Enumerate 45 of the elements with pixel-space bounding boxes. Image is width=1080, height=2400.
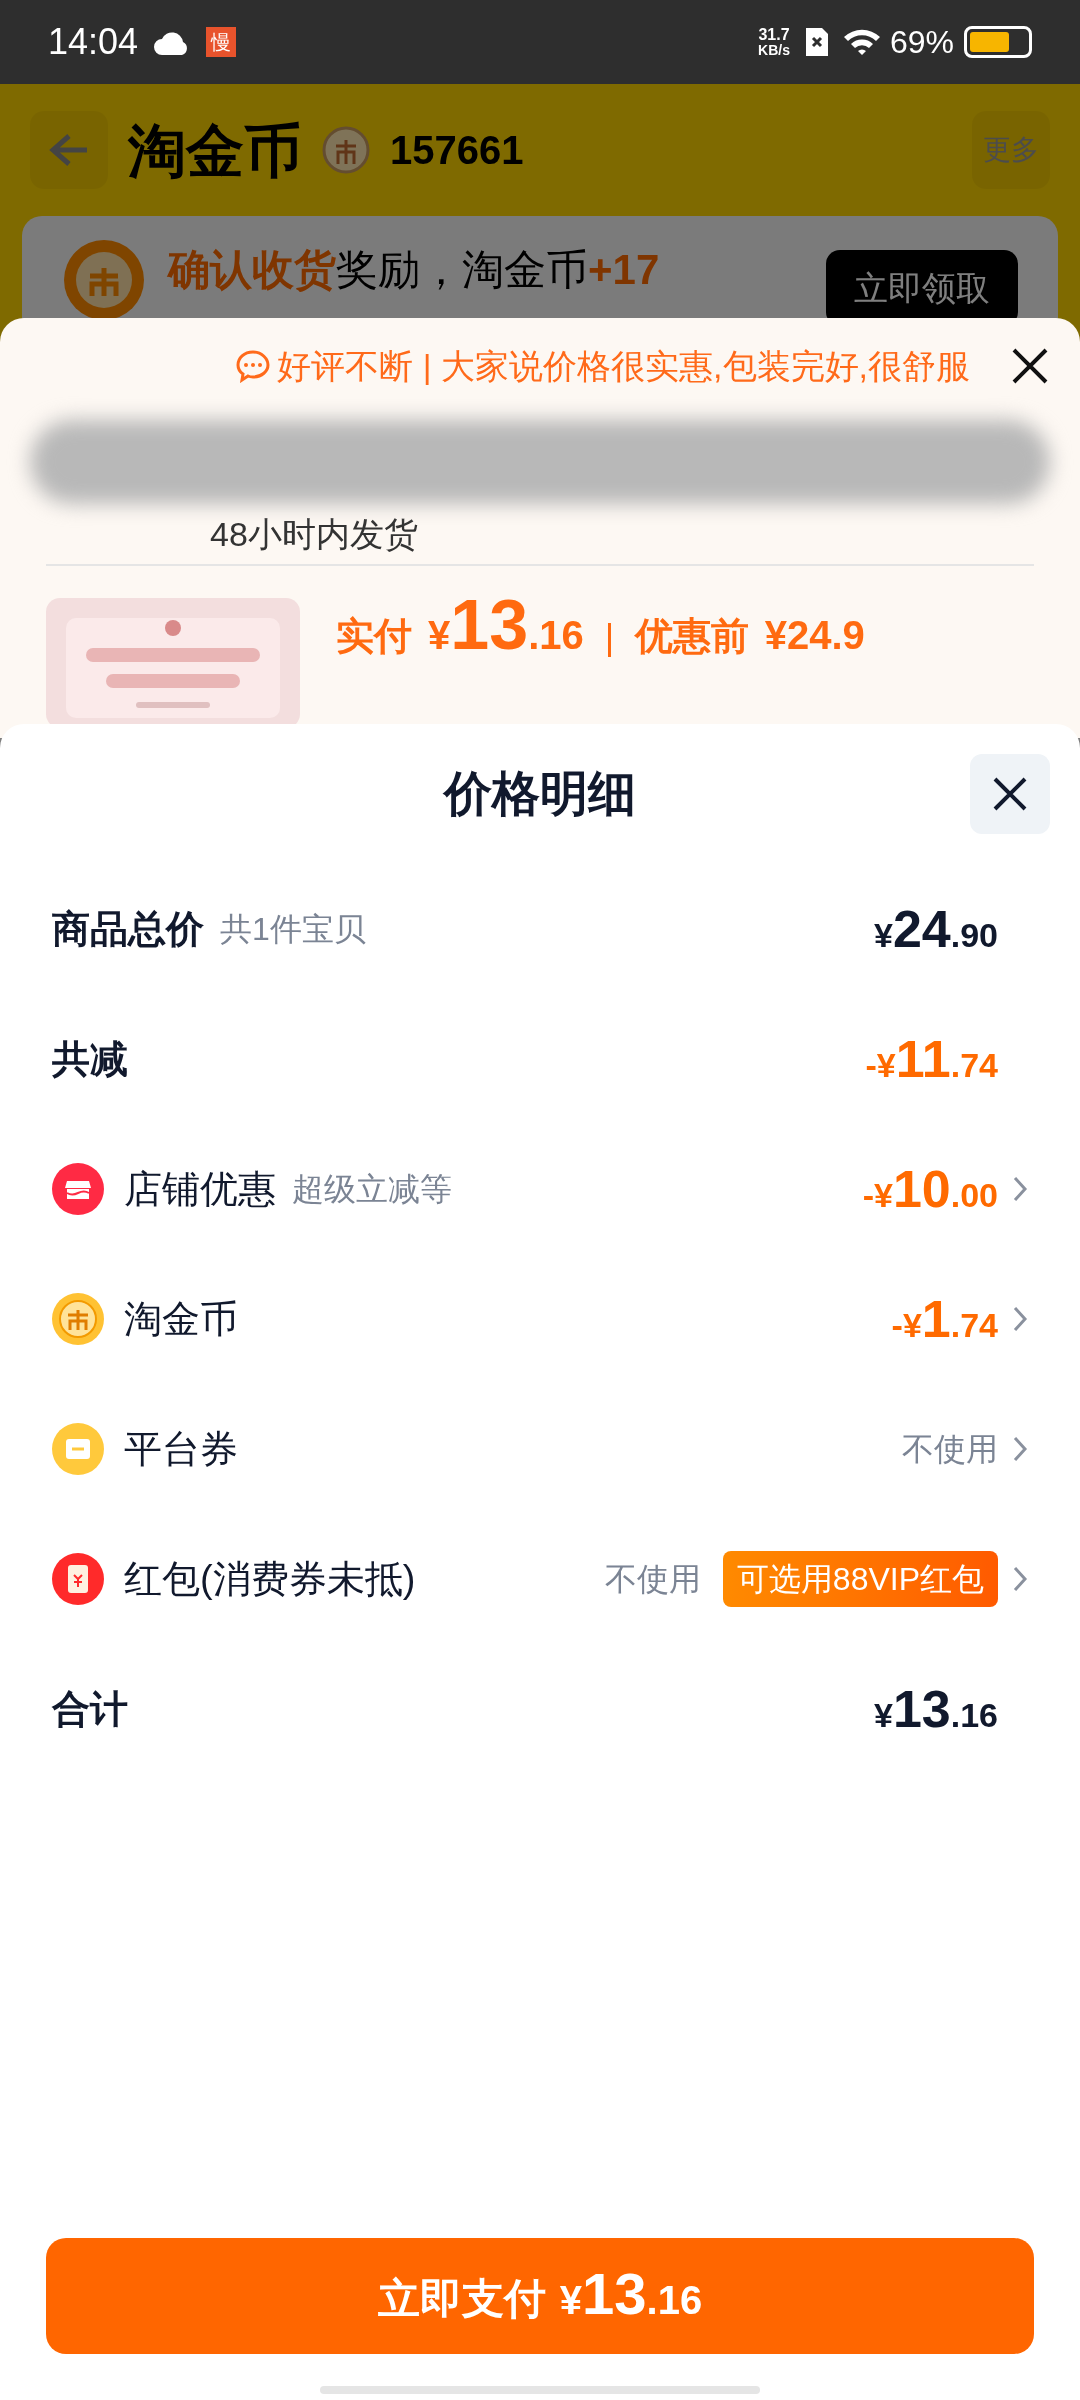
store-icon	[52, 1163, 104, 1215]
row-amount: -¥1.74	[891, 1289, 998, 1350]
row-label: 店铺优惠	[124, 1166, 276, 1212]
close-icon	[992, 776, 1028, 812]
network-speed: 31.7	[758, 27, 790, 43]
coin-icon	[322, 126, 370, 174]
row-label: 合计	[52, 1686, 128, 1732]
row-note: 共1件宝贝	[220, 910, 366, 949]
coin-balance: 157661	[390, 127, 524, 174]
row-amount: -¥11.74	[865, 1029, 998, 1090]
row-amount: ¥24.90	[873, 899, 998, 960]
coupon-icon	[52, 1423, 104, 1475]
row-amount: -¥10.00	[862, 1159, 998, 1220]
row-label: 商品总价	[52, 906, 204, 952]
sim-card-icon	[803, 26, 830, 58]
back-arrow-icon	[49, 132, 89, 168]
vip-offer-badge: 可选用88VIP红包	[722, 1551, 998, 1607]
row-label: 红包(消费券未抵)	[124, 1556, 416, 1602]
paid-label: 实付	[336, 614, 412, 659]
pay-now-button[interactable]: 立即支付 ¥13.16	[46, 2238, 1034, 2354]
shipping-info: 48小时内发货	[210, 513, 418, 555]
row-label: 淘金币	[124, 1296, 238, 1342]
row-label: 共减	[52, 1036, 128, 1082]
sheet-title: 价格明细	[444, 766, 636, 822]
battery-percentage: 69%	[889, 23, 954, 62]
close-button[interactable]	[970, 754, 1050, 834]
battery-icon	[964, 26, 1032, 58]
original-price-label: 优惠前	[634, 614, 749, 659]
chat-bubble-icon	[235, 349, 272, 383]
row-label: 平台券	[124, 1426, 238, 1472]
coin-icon	[52, 1293, 104, 1345]
envelope-icon	[52, 1553, 104, 1605]
reward-message: 确认收货奖励，淘金币+17	[168, 245, 661, 295]
clock: 14:04	[48, 20, 139, 64]
app-notification-badge: 慢	[206, 27, 237, 57]
review-highlight: 好评不断 | 大家说价格很实惠,包装完好,很舒服	[277, 345, 970, 387]
paid-price: ¥13.16	[428, 590, 584, 665]
row-value: 不使用	[604, 1560, 701, 1599]
close-icon	[1010, 346, 1050, 386]
row-note: 超级立减等	[292, 1170, 452, 1209]
network-speed-unit: KB/s	[758, 43, 790, 57]
row-amount: ¥13.16	[873, 1679, 998, 1740]
row-value: 不使用	[902, 1430, 998, 1469]
original-price: ¥24.9	[764, 612, 865, 659]
page-title: 淘金币	[128, 116, 302, 185]
